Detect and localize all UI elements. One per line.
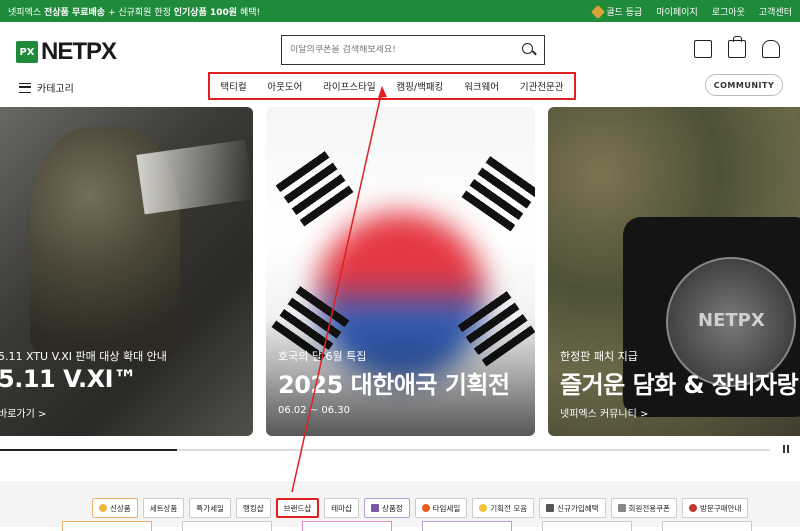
logo-badge: PX [16,41,38,63]
customer-center-link[interactable]: 고객센터 [759,5,792,18]
banner-dates: 06.02 ~ 06.30 [278,405,350,416]
banner-5-11[interactable]: 5.11 XTU V.XI 판매 대상 확대 안내 5.11 V.XI™ 바로가… [0,107,253,436]
quick-link-exhibition[interactable]: 기획전 모음 [472,498,535,518]
banner-link[interactable]: 넷피엑스 커뮤니티 > [560,405,648,420]
quick-link-row2-item[interactable] [662,521,752,531]
quick-link-visit[interactable]: 방문구매안내 [681,498,749,518]
nav-item-workwear[interactable]: 워크웨어 [464,79,499,93]
banner-subtitle: 호국의 달 6월 특집 [278,350,367,363]
search-icon[interactable] [522,43,536,57]
mypage-link[interactable]: 마이페이지 [656,5,697,18]
banner-title: 즐거운 담화 & 장비자랑! [560,371,800,399]
envelope-icon [617,504,626,512]
header-icons [694,36,780,58]
quick-link-row2-item[interactable] [62,521,152,531]
search-input[interactable] [290,45,522,55]
quick-link-row2-item[interactable] [422,521,512,531]
quick-link-theme[interactable]: 테마샵 [324,498,359,518]
quick-links: 신상품 세트상품 특가세일 랭킹샵 브랜드샵 테마샵 상품정 타임세일 기획전 … [92,498,749,518]
banner-link[interactable]: 바로가기 > [0,405,46,420]
quick-link-new[interactable]: 신상품 [92,498,138,518]
nav-item-tactical[interactable]: 택티컬 [220,79,246,93]
coupon-ticket-icon[interactable] [694,40,712,58]
quick-link-set[interactable]: 세트상품 [142,498,185,518]
quick-links-row2 [62,521,752,531]
site-logo[interactable]: PX NETPX [16,38,117,66]
truck-icon [546,504,555,512]
lightning-icon [479,504,488,512]
top-promo-bar: 넷피엑스 전상품 무료배송 + 신규회원 한정 인기상품 100원 혜택! 골드… [0,0,800,22]
banner-subtitle: 5.11 XTU V.XI 판매 대상 확대 안내 [0,350,167,363]
notification-bell-icon[interactable] [762,40,780,58]
carousel-progress-fill [0,449,177,451]
main-nav: 택티컬 아웃도어 라이프스타일 캠핑/백패킹 워크웨어 기관전문관 [208,72,576,100]
nav-item-camping[interactable]: 캠핑/백패킹 [396,79,443,93]
nav-item-lifestyle[interactable]: 라이프스타일 [323,79,375,93]
quick-link-brand[interactable]: 브랜드샵 [275,498,320,518]
quick-link-timesale[interactable]: 타임세일 [414,498,468,518]
hamburger-icon [19,82,31,93]
quick-link-sale[interactable]: 특가세일 [189,498,231,518]
top-links: 골드 등급 마이페이지 로그아웃 고객센터 [591,4,792,20]
banner-title: 2025 대한애국 기획전 [278,371,510,399]
quick-link-member-coupon[interactable]: 회원전용쿠폰 [610,498,677,518]
nav-item-institution[interactable]: 기관전문관 [520,79,564,93]
logout-link[interactable]: 로그아웃 [712,5,745,18]
shopping-bag-icon[interactable] [728,36,746,58]
banner-patriot[interactable]: 호국의 달 6월 특집 2025 대한애국 기획전 06.02 ~ 06.30 [266,107,535,436]
logo-word: NETPX [41,38,117,65]
product-icon [370,504,379,512]
quick-link-product[interactable]: 상품정 [363,498,410,518]
patch-text: NETPX [698,310,765,331]
promo-text: 넷피엑스 전상품 무료배송 + 신규회원 한정 인기상품 100원 혜택! [8,7,261,18]
quick-link-row2-item[interactable] [542,521,632,531]
pin-icon [688,504,697,512]
category-label: 카테고리 [37,84,74,95]
pause-icon[interactable] [781,444,791,454]
quick-link-signup[interactable]: 신규가입혜택 [539,498,606,518]
quick-link-row2-item[interactable] [302,521,392,531]
grade-link[interactable]: 골드 등급 [591,4,642,20]
nav-item-outdoor[interactable]: 아웃도어 [267,79,302,93]
search-box [281,35,545,65]
quick-link-row2-item[interactable] [182,521,272,531]
sparkle-icon [99,504,107,512]
grade-icon [591,4,606,20]
quick-link-ranking[interactable]: 랭킹샵 [235,498,271,518]
banner-community[interactable]: NETPX 한정판 패치 지급 즐거운 담화 & 장비자랑! 넷피엑스 커뮤니티… [548,107,800,436]
community-button[interactable]: COMMUNITY [705,74,783,96]
category-menu-button[interactable]: 카테고리 [19,80,74,95]
fire-icon [421,504,430,512]
banner-title: 5.11 V.XI™ [0,365,137,393]
banner-subtitle: 한정판 패치 지급 [560,350,638,363]
